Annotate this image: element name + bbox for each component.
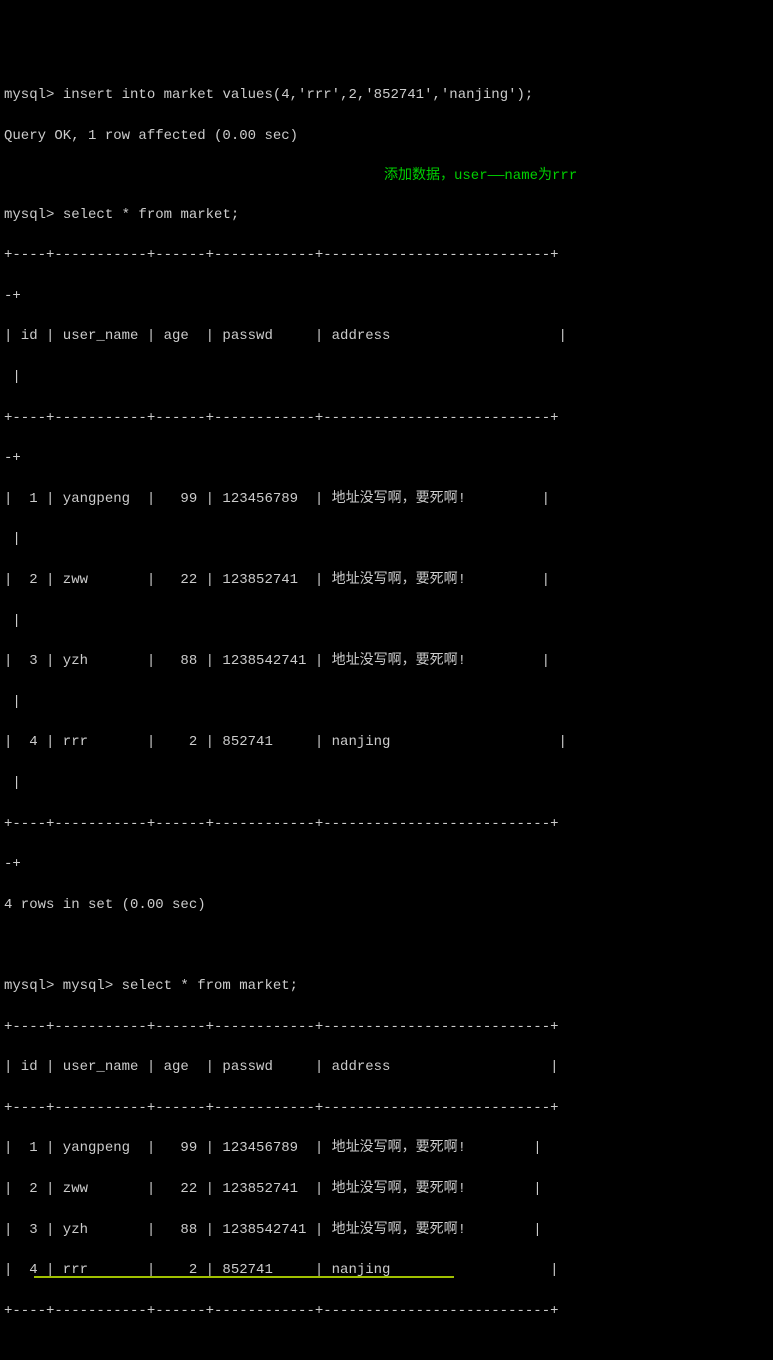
prompt: mysql> (4, 87, 54, 103)
insert-result: Query OK, 1 row affected (0.00 sec) (4, 128, 298, 144)
border-bot1: +----+-----------+------+------------+--… (4, 814, 769, 834)
blank2 (4, 1341, 769, 1360)
sql-insert: insert into market values(4,'rrr',2,'852… (54, 87, 533, 103)
border-mid2: +----+-----------+------+------------+--… (4, 1098, 769, 1118)
border-top2: +----+-----------+------+------------+--… (4, 1017, 769, 1037)
table-row: | 1 | yangpeng | 99 | 123456789 | 地址没写啊，… (4, 489, 769, 509)
table-row: | 4 | rrr | 2 | 852741 | nanjing | (4, 732, 769, 752)
line-annotation: 添加数据，user——name为rrr (4, 166, 769, 184)
table-row: | 2 | zww | 22 | 123852741 | 地址没写啊，要死啊! … (4, 570, 769, 590)
blank-pipe1: | (4, 367, 769, 387)
table-row: | 2 | zww | 22 | 123852741 | 地址没写啊，要死啊! … (4, 1179, 769, 1199)
table-row: | 3 | yzh | 88 | 1238542741 | 地址没写啊，要死啊!… (4, 1220, 769, 1240)
line-insert: mysql> insert into market values(4,'rrr'… (4, 85, 769, 105)
border-wrap1: -+ (4, 286, 769, 306)
line-insert-result: Query OK, 1 row affected (0.00 sec) (4, 126, 769, 146)
sql-select: select * from market; (54, 207, 239, 223)
prompt2: mysql> mysql> (4, 978, 113, 994)
blank1 (4, 935, 769, 955)
border-bot2: +----+-----------+------+------------+--… (4, 1301, 769, 1321)
header-row1: | id | user_name | age | passwd | addres… (4, 326, 769, 346)
table-row-highlighted: | 4 | rrr | 2 | 852741 | nanjing | (4, 1260, 769, 1280)
blank-pipe4: | (4, 692, 769, 712)
header-row2: | id | user_name | age | passwd | addres… (4, 1057, 769, 1077)
table-row: | 3 | yzh | 88 | 1238542741 | 地址没写啊，要死啊!… (4, 651, 769, 671)
border-wrap2: -+ (4, 448, 769, 468)
rows-result1: 4 rows in set (0.00 sec) (4, 895, 769, 915)
table-row: | 1 | yangpeng | 99 | 123456789 | 地址没写啊，… (4, 1138, 769, 1158)
line-select2: mysql> mysql> select * from market; (4, 976, 769, 996)
blank-pipe2: | (4, 529, 769, 549)
border-wrap3: -+ (4, 854, 769, 874)
annotation-text: 添加数据，user——name为rrr (384, 166, 577, 186)
border-top1: +----+-----------+------+------------+--… (4, 245, 769, 265)
line-select1: mysql> select * from market; (4, 205, 769, 225)
prompt: mysql> (4, 207, 54, 223)
blank-pipe5: | (4, 773, 769, 793)
sql-select2: select * from market; (113, 978, 298, 994)
border-mid1: +----+-----------+------+------------+--… (4, 408, 769, 428)
blank-pipe3: | (4, 611, 769, 631)
